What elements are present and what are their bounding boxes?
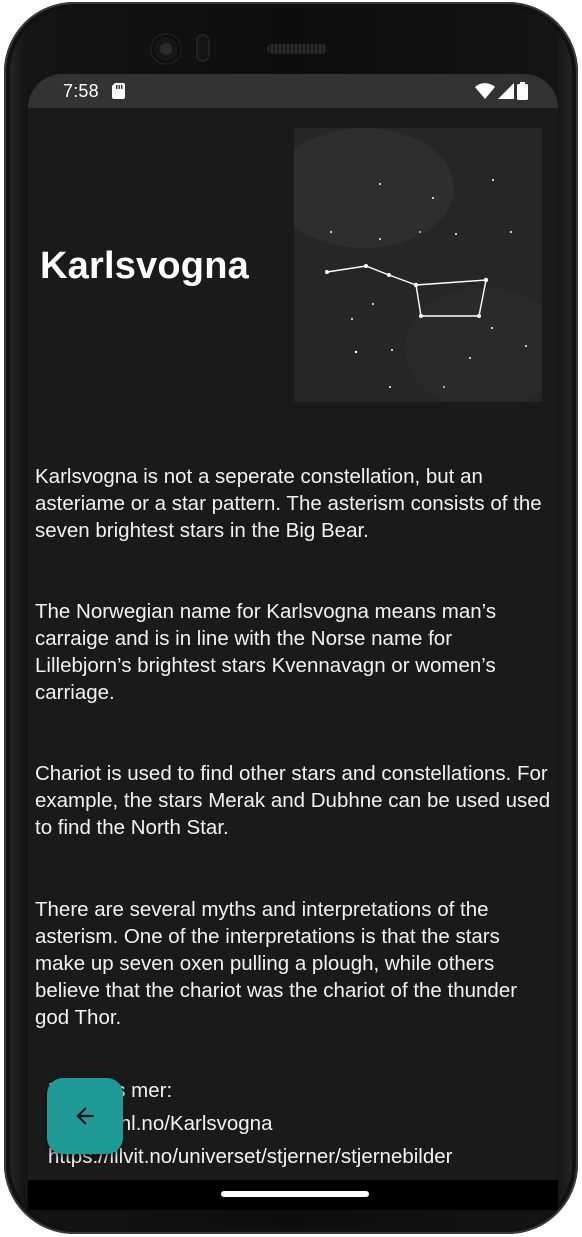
read-more-heading: Kilde/les mer: — [48, 1079, 173, 1102]
phone-screen: 7:58 Karlsvogna Karlsvogna is not a sepe… — [28, 74, 558, 1180]
sd-card-icon — [112, 83, 125, 99]
read-more-section: Kilde/les mer: https://snl.no/Karlsvogna… — [48, 1074, 558, 1173]
back-button[interactable] — [47, 1078, 123, 1154]
earpiece-speaker — [267, 44, 327, 54]
front-camera — [152, 35, 180, 63]
wifi-icon — [475, 83, 495, 99]
system-icons — [475, 82, 528, 100]
constellation-image — [294, 128, 542, 402]
paragraph-3: Chariot is used to find other stars and … — [35, 762, 551, 839]
paragraph-1: Karlsvogna is not a seperate constellati… — [35, 465, 542, 542]
battery-icon — [517, 82, 528, 100]
paragraph-2: The Norwegian name for Karlsvogna means … — [35, 600, 497, 704]
status-bar: 7:58 — [28, 74, 558, 108]
source-link-snl[interactable]: https://snl.no/Karlsvogna — [48, 1107, 558, 1140]
paragraph-4: There are several myths and interpretati… — [35, 898, 518, 1029]
signal-icon — [498, 83, 514, 99]
karlsvogna-page: Karlsvogna Karlsvogna is not a seperate … — [28, 108, 558, 1180]
navigation-bar — [28, 1180, 558, 1210]
status-time: 7:58 — [63, 81, 99, 101]
source-link-illvit[interactable]: https://illvit.no/universet/stjerner/stj… — [48, 1140, 558, 1173]
home-indicator[interactable] — [221, 1191, 369, 1197]
arrow-left-icon — [76, 1107, 94, 1125]
proximity-sensor — [196, 34, 210, 62]
page-title: Karlsvogna — [40, 245, 249, 287]
